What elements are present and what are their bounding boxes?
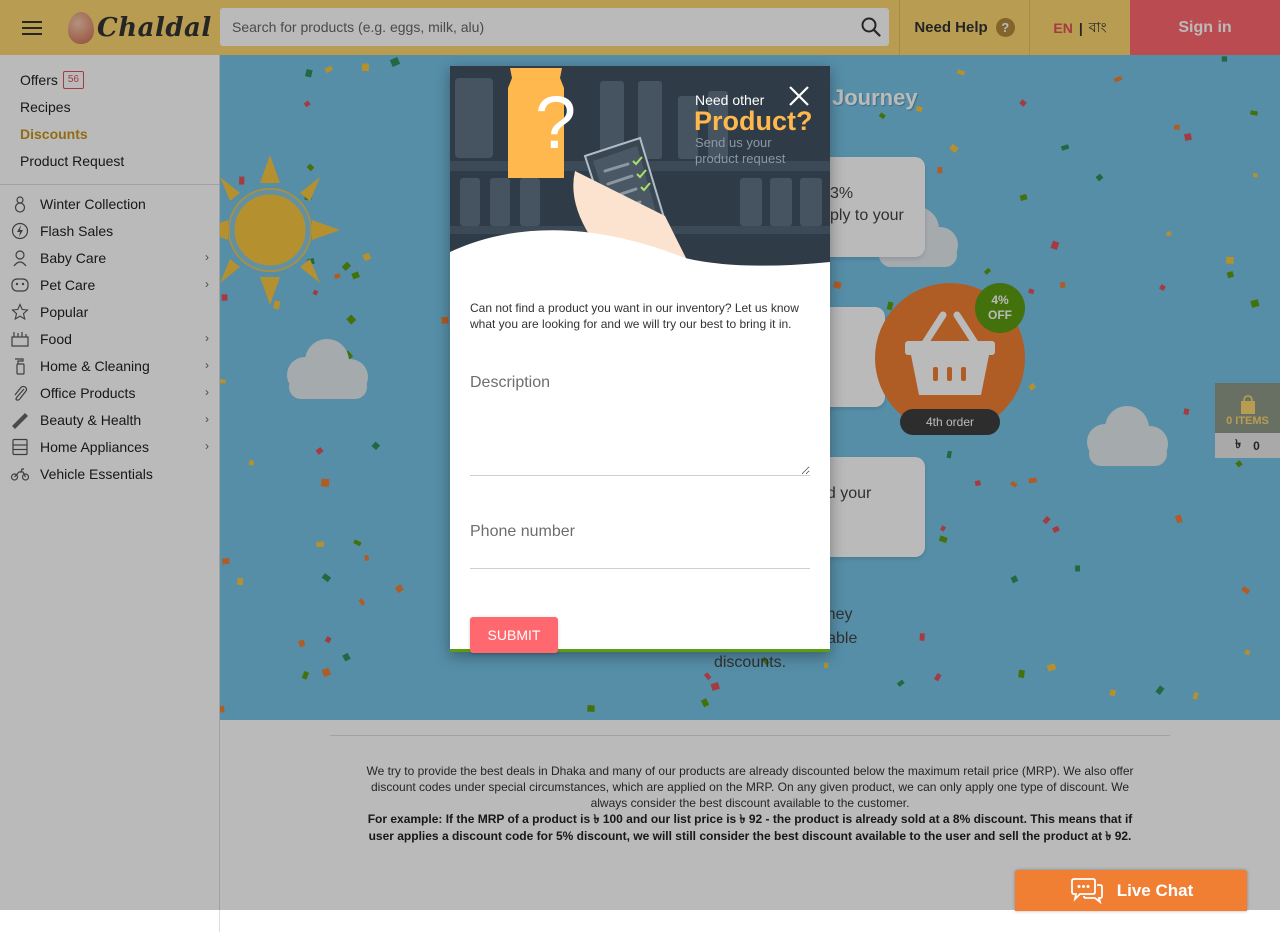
modal-subtitle: Send us your product request [695, 135, 786, 166]
close-icon[interactable] [785, 82, 813, 110]
question-mark-glyph: ? [535, 81, 577, 164]
live-chat-button[interactable]: Live Chat [1015, 870, 1247, 911]
product-request-modal: ? Need other Product? Send us your produ… [450, 66, 830, 653]
description-label: Description [470, 374, 551, 391]
modal-title: Product? [694, 106, 813, 136]
phone-label: Phone number [470, 523, 575, 540]
description-textarea[interactable] [470, 398, 810, 476]
chat-bubble-icon [1070, 877, 1103, 904]
modal-body: Can not find a product you want in our i… [450, 300, 830, 653]
submit-button[interactable]: SUBMIT [470, 617, 558, 653]
live-chat-label: Live Chat [1116, 880, 1194, 900]
phone-number-input[interactable] [470, 549, 810, 569]
modal-banner: ? Need other Product? Send us your produ… [450, 66, 830, 266]
modal-intro-text: Can not find a product you want in our i… [470, 301, 799, 331]
